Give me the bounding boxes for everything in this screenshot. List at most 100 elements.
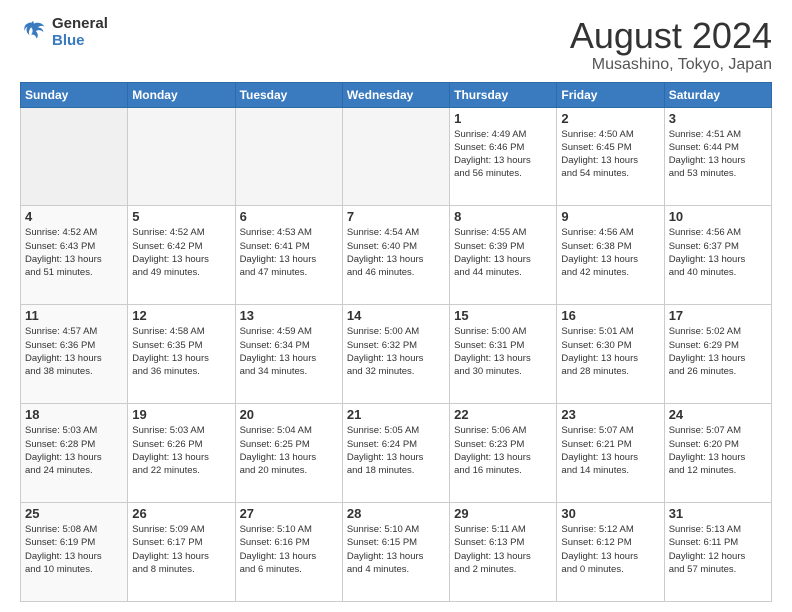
day-number: 15 — [454, 308, 552, 323]
day-number: 4 — [25, 209, 123, 224]
day-number: 10 — [669, 209, 767, 224]
day-info: Sunrise: 4:51 AM Sunset: 6:44 PM Dayligh… — [669, 128, 767, 181]
main-title: August 2024 — [570, 16, 772, 56]
table-row: 19 Sunrise: 5:03 AM Sunset: 6:26 PM Dayli… — [128, 404, 235, 503]
table-row: 2 Sunrise: 4:50 AM Sunset: 6:45 PM Daylig… — [557, 107, 664, 206]
day-info: Sunrise: 5:11 AM Sunset: 6:13 PM Dayligh… — [454, 523, 552, 576]
day-info: Sunrise: 5:10 AM Sunset: 6:15 PM Dayligh… — [347, 523, 445, 576]
day-number: 6 — [240, 209, 338, 224]
day-number: 17 — [669, 308, 767, 323]
table-row: 24 Sunrise: 5:07 AM Sunset: 6:20 PM Dayli… — [664, 404, 771, 503]
table-row: 11 Sunrise: 4:57 AM Sunset: 6:36 PM Dayli… — [21, 305, 128, 404]
day-info: Sunrise: 4:57 AM Sunset: 6:36 PM Dayligh… — [25, 325, 123, 378]
day-info: Sunrise: 5:03 AM Sunset: 6:26 PM Dayligh… — [132, 424, 230, 477]
table-row: 20Sunrise: 5:04 AM Sunset: 6:25 PM Dayli… — [235, 404, 342, 503]
logo-blue-text: Blue — [52, 33, 108, 50]
table-row: 22 Sunrise: 5:06 AM Sunset: 6:23 PM Dayli… — [450, 404, 557, 503]
header: General Blue August 2024 Musashino, Toky… — [20, 16, 772, 74]
day-number: 25 — [25, 506, 123, 521]
table-row: 9 Sunrise: 4:56 AM Sunset: 6:38 PM Daylig… — [557, 206, 664, 305]
table-row: 31 Sunrise: 5:13 AM Sunset: 6:11 PM Dayli… — [664, 503, 771, 602]
day-info: Sunrise: 4:59 AM Sunset: 6:34 PM Dayligh… — [240, 325, 338, 378]
table-row: 3 Sunrise: 4:51 AM Sunset: 6:44 PM Daylig… — [664, 107, 771, 206]
day-number: 18 — [25, 407, 123, 422]
table-row: 4 Sunrise: 4:52 AM Sunset: 6:43 PM Daylig… — [21, 206, 128, 305]
day-number: 11 — [25, 308, 123, 323]
day-info: Sunrise: 4:53 AM Sunset: 6:41 PM Dayligh… — [240, 226, 338, 279]
table-row: 28Sunrise: 5:10 AM Sunset: 6:15 PM Dayli… — [342, 503, 449, 602]
day-number: 14 — [347, 308, 445, 323]
table-row: 30 Sunrise: 5:12 AM Sunset: 6:12 PM Dayli… — [557, 503, 664, 602]
table-row: 8Sunrise: 4:55 AM Sunset: 6:39 PM Daylig… — [450, 206, 557, 305]
day-info: Sunrise: 4:52 AM Sunset: 6:42 PM Dayligh… — [132, 226, 230, 279]
logo-bird-icon — [20, 19, 48, 47]
calendar-week-row: 25 Sunrise: 5:08 AM Sunset: 6:19 PM Dayli… — [21, 503, 772, 602]
table-row — [21, 107, 128, 206]
day-number: 19 — [132, 407, 230, 422]
day-info: Sunrise: 4:54 AM Sunset: 6:40 PM Dayligh… — [347, 226, 445, 279]
day-number: 16 — [561, 308, 659, 323]
day-info: Sunrise: 4:56 AM Sunset: 6:37 PM Dayligh… — [669, 226, 767, 279]
day-info: Sunrise: 5:05 AM Sunset: 6:24 PM Dayligh… — [347, 424, 445, 477]
day-number: 24 — [669, 407, 767, 422]
col-friday: Friday — [557, 82, 664, 107]
col-thursday: Thursday — [450, 82, 557, 107]
day-number: 22 — [454, 407, 552, 422]
day-number: 5 — [132, 209, 230, 224]
calendar-week-row: 18 Sunrise: 5:03 AM Sunset: 6:28 PM Dayli… — [21, 404, 772, 503]
page: General Blue August 2024 Musashino, Toky… — [0, 0, 792, 612]
day-info: Sunrise: 4:50 AM Sunset: 6:45 PM Dayligh… — [561, 128, 659, 181]
day-info: Sunrise: 5:12 AM Sunset: 6:12 PM Dayligh… — [561, 523, 659, 576]
col-saturday: Saturday — [664, 82, 771, 107]
day-number: 27 — [240, 506, 338, 521]
calendar-week-row: 4 Sunrise: 4:52 AM Sunset: 6:43 PM Daylig… — [21, 206, 772, 305]
day-number: 26 — [132, 506, 230, 521]
day-number: 2 — [561, 111, 659, 126]
logo-text: General Blue — [52, 16, 108, 49]
day-info: Sunrise: 5:00 AM Sunset: 6:32 PM Dayligh… — [347, 325, 445, 378]
table-row: 15 Sunrise: 5:00 AM Sunset: 6:31 PM Dayli… — [450, 305, 557, 404]
day-number: 21 — [347, 407, 445, 422]
table-row: 1Sunrise: 4:49 AM Sunset: 6:46 PM Daylig… — [450, 107, 557, 206]
day-info: Sunrise: 4:56 AM Sunset: 6:38 PM Dayligh… — [561, 226, 659, 279]
day-info: Sunrise: 5:00 AM Sunset: 6:31 PM Dayligh… — [454, 325, 552, 378]
day-info: Sunrise: 4:58 AM Sunset: 6:35 PM Dayligh… — [132, 325, 230, 378]
day-info: Sunrise: 5:06 AM Sunset: 6:23 PM Dayligh… — [454, 424, 552, 477]
day-info: Sunrise: 5:13 AM Sunset: 6:11 PM Dayligh… — [669, 523, 767, 576]
calendar-week-row: 1Sunrise: 4:49 AM Sunset: 6:46 PM Daylig… — [21, 107, 772, 206]
day-number: 8 — [454, 209, 552, 224]
day-info: Sunrise: 5:03 AM Sunset: 6:28 PM Dayligh… — [25, 424, 123, 477]
day-info: Sunrise: 5:01 AM Sunset: 6:30 PM Dayligh… — [561, 325, 659, 378]
title-block: August 2024 Musashino, Tokyo, Japan — [570, 16, 772, 74]
table-row: 14 Sunrise: 5:00 AM Sunset: 6:32 PM Dayli… — [342, 305, 449, 404]
day-info: Sunrise: 4:52 AM Sunset: 6:43 PM Dayligh… — [25, 226, 123, 279]
day-info: Sunrise: 5:07 AM Sunset: 6:20 PM Dayligh… — [669, 424, 767, 477]
calendar-table: Sunday Monday Tuesday Wednesday Thursday… — [20, 82, 772, 602]
table-row: 7 Sunrise: 4:54 AM Sunset: 6:40 PM Daylig… — [342, 206, 449, 305]
table-row: 18 Sunrise: 5:03 AM Sunset: 6:28 PM Dayli… — [21, 404, 128, 503]
calendar-header-row: Sunday Monday Tuesday Wednesday Thursday… — [21, 82, 772, 107]
col-sunday: Sunday — [21, 82, 128, 107]
day-info: Sunrise: 5:09 AM Sunset: 6:17 PM Dayligh… — [132, 523, 230, 576]
day-number: 9 — [561, 209, 659, 224]
table-row: 16 Sunrise: 5:01 AM Sunset: 6:30 PM Dayli… — [557, 305, 664, 404]
table-row: 25 Sunrise: 5:08 AM Sunset: 6:19 PM Dayli… — [21, 503, 128, 602]
table-row — [342, 107, 449, 206]
table-row: 29Sunrise: 5:11 AM Sunset: 6:13 PM Dayli… — [450, 503, 557, 602]
day-number: 7 — [347, 209, 445, 224]
day-number: 20 — [240, 407, 338, 422]
table-row: 10 Sunrise: 4:56 AM Sunset: 6:37 PM Dayli… — [664, 206, 771, 305]
day-number: 3 — [669, 111, 767, 126]
subtitle: Musashino, Tokyo, Japan — [570, 56, 772, 74]
day-info: Sunrise: 5:08 AM Sunset: 6:19 PM Dayligh… — [25, 523, 123, 576]
table-row: 13 Sunrise: 4:59 AM Sunset: 6:34 PM Dayli… — [235, 305, 342, 404]
table-row — [128, 107, 235, 206]
day-number: 31 — [669, 506, 767, 521]
table-row: 23Sunrise: 5:07 AM Sunset: 6:21 PM Dayli… — [557, 404, 664, 503]
day-number: 30 — [561, 506, 659, 521]
col-wednesday: Wednesday — [342, 82, 449, 107]
day-number: 12 — [132, 308, 230, 323]
day-info: Sunrise: 5:10 AM Sunset: 6:16 PM Dayligh… — [240, 523, 338, 576]
logo-general-text: General — [52, 16, 108, 33]
day-number: 13 — [240, 308, 338, 323]
